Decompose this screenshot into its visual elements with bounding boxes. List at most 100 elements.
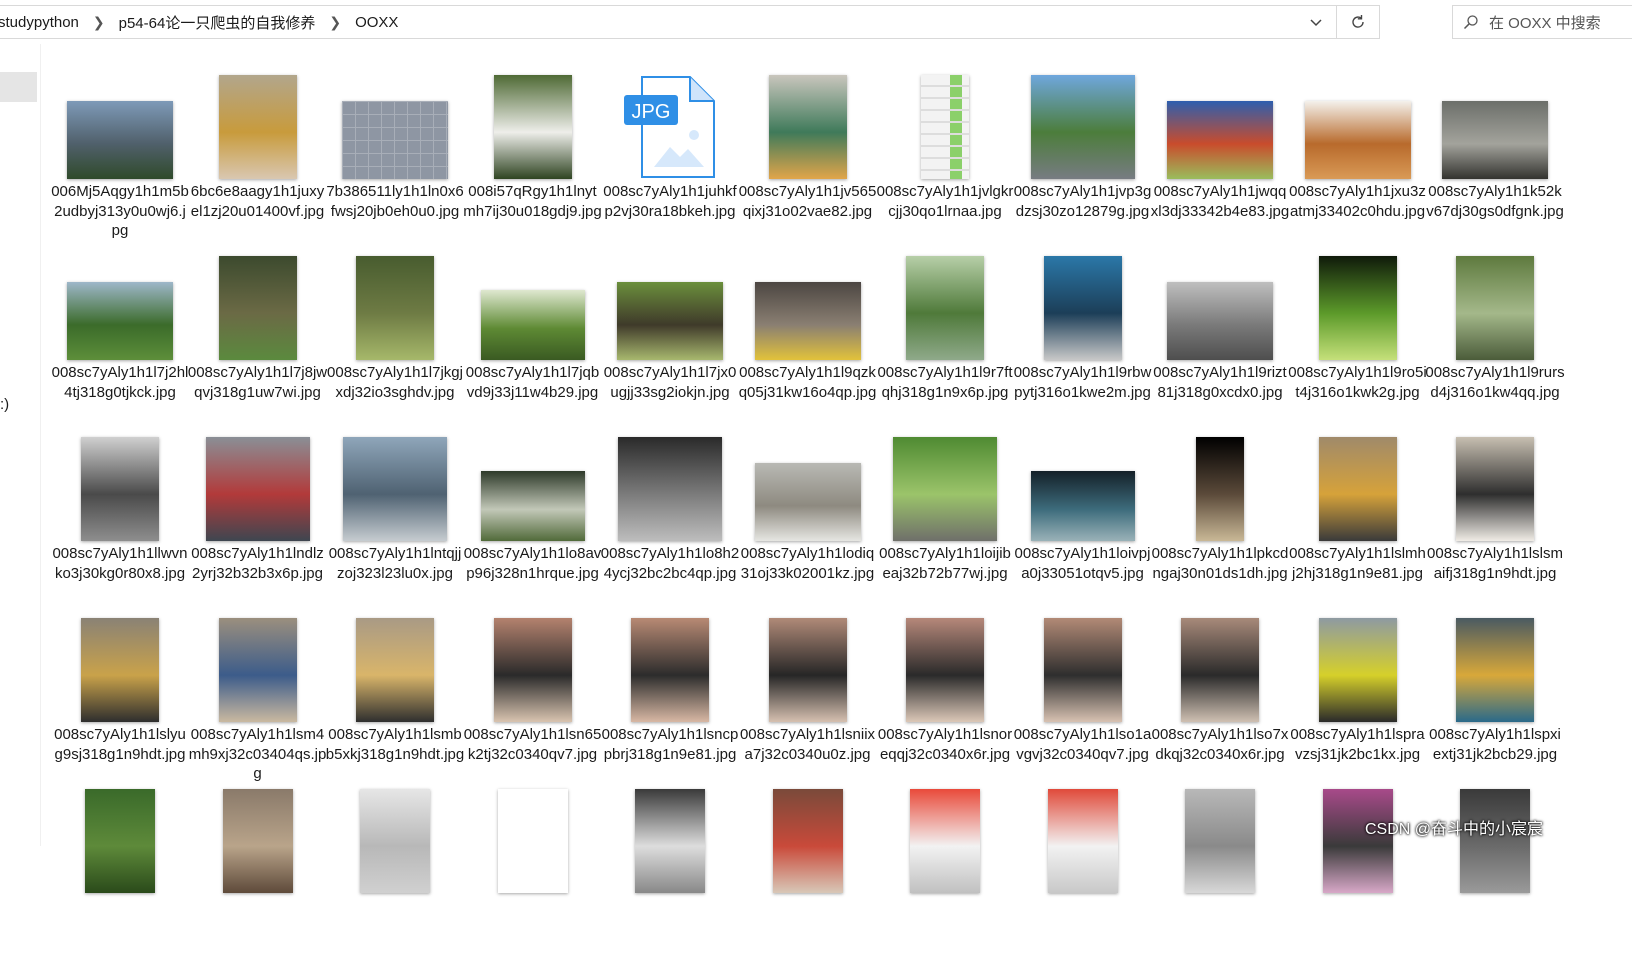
thumbnail-frame bbox=[1435, 65, 1555, 179]
nav-item-fragment[interactable]: :) bbox=[0, 396, 9, 413]
file-item[interactable]: 008sc7yAly1h1l9r7ftqhj318g1n9x6p.jpg bbox=[875, 241, 1015, 421]
file-item[interactable]: 008sc7yAly1h1lo8h24ycj32bc2bc4qp.jpg bbox=[600, 422, 740, 602]
file-item[interactable]: 008sc7yAly1h1lso1avgvj32c0340qv7.jpg bbox=[1013, 603, 1153, 783]
file-item[interactable]: 008sc7yAly1h1lslyug9sj318g1n9hdt.jpg bbox=[50, 603, 190, 783]
file-item[interactable]: 008sc7yAly1h1lsncppbrj318g1n9e81.jpg bbox=[600, 603, 740, 783]
file-item[interactable]: 008sc7yAly1h1l9rbwpytj316o1kwe2m.jpg bbox=[1013, 241, 1153, 421]
file-item[interactable] bbox=[1425, 784, 1565, 964]
file-item[interactable]: 008sc7yAly1h1lspravzsj31jk2bc1kx.jpg bbox=[1288, 603, 1428, 783]
search-box[interactable]: 在 OOXX 中搜索 bbox=[1452, 5, 1632, 39]
file-item[interactable]: 008sc7yAly1h1l9qzkq05j31kw16o4qp.jpg bbox=[738, 241, 878, 421]
thumbnail-frame bbox=[1023, 246, 1143, 360]
file-item[interactable]: 008sc7yAly1h1lspxiextj31jk2bcb29.jpg bbox=[1425, 603, 1565, 783]
nav-selected-item[interactable] bbox=[0, 72, 37, 102]
file-item[interactable] bbox=[463, 784, 603, 964]
file-item[interactable]: 008sc7yAly1h1jv565qixj31o02vae82.jpg bbox=[738, 60, 878, 240]
chevron-right-icon[interactable]: ❯ bbox=[327, 14, 355, 31]
file-name: 008sc7yAly1h1lso7xdkqj32c0340x6r.jpg bbox=[1151, 726, 1289, 763]
breadcrumb-studypython[interactable]: studypython bbox=[0, 14, 91, 31]
file-item[interactable]: 008sc7yAly1h1l7j2hl4tj318g0tjkck.jpg bbox=[50, 241, 190, 421]
image-thumbnail bbox=[360, 789, 430, 893]
file-item[interactable]: 008sc7yAly1h1loijibeaj32b72b77wj.jpg bbox=[875, 422, 1015, 602]
file-item[interactable] bbox=[875, 784, 1015, 964]
refresh-icon[interactable] bbox=[1336, 6, 1379, 38]
image-thumbnail bbox=[1030, 75, 1135, 179]
file-item[interactable]: 008sc7yAly1h1lsmbb5xkj318g1n9hdt.jpg bbox=[325, 603, 465, 783]
file-item[interactable]: 008sc7yAly1h1l9rursd4j316o1kw4qq.jpg bbox=[1425, 241, 1565, 421]
file-item[interactable]: 008sc7yAly1h1l7jx0ugjj33sg2iokjn.jpg bbox=[600, 241, 740, 421]
breadcrumb-folder[interactable]: p54-64论一只爬虫的自我修养 bbox=[119, 12, 328, 33]
file-item[interactable]: 008sc7yAly1h1lodiq31oj33k02001kz.jpg bbox=[738, 422, 878, 602]
thumbnail-frame bbox=[198, 789, 318, 903]
chevron-down-icon[interactable] bbox=[1296, 6, 1336, 38]
file-item[interactable]: 008sc7yAly1h1lsn65k2tj32c0340qv7.jpg bbox=[463, 603, 603, 783]
file-item[interactable]: 008sc7yAly1h1lo8avp96j328n1hrque.jpg bbox=[463, 422, 603, 602]
thumbnail-frame: JPG bbox=[610, 65, 730, 179]
file-item[interactable]: 008sc7yAly1h1l9ro5it4j316o1kwk2g.jpg bbox=[1288, 241, 1428, 421]
thumbnail-frame bbox=[1298, 789, 1418, 903]
thumbnail-frame bbox=[1298, 608, 1418, 722]
thumbnail-frame bbox=[335, 608, 455, 722]
file-item[interactable]: 008sc7yAly1h1l7jqbvd9j33j11w4b29.jpg bbox=[463, 241, 603, 421]
file-item[interactable]: 7b386511ly1h1ln0x6fwsj20jb0eh0u0.jpg bbox=[325, 60, 465, 240]
thumbnail-frame bbox=[1023, 65, 1143, 179]
image-thumbnail bbox=[910, 789, 980, 893]
file-name: 008sc7yAly1h1llwvnko3j30kg0r80x8.jpg bbox=[52, 545, 188, 582]
file-item[interactable]: 008sc7yAly1h1jxu3zatmj33402c0hdu.jpg bbox=[1288, 60, 1428, 240]
file-item[interactable]: 008sc7yAly1h1lslmhj2hj318g1n9e81.jpg bbox=[1288, 422, 1428, 602]
chevron-right-icon[interactable]: ❯ bbox=[91, 14, 119, 31]
file-item[interactable] bbox=[325, 784, 465, 964]
breadcrumb-current[interactable]: OOXX bbox=[355, 14, 410, 31]
file-item[interactable]: 008sc7yAly1h1lndlz2yrj32b32b3x6p.jpg bbox=[188, 422, 328, 602]
file-name: 008sc7yAly1h1lsncppbrj318g1n9e81.jpg bbox=[601, 726, 739, 763]
file-item[interactable]: 008i57qRgy1h1lnytmh7ij30u018gdj9.jpg bbox=[463, 60, 603, 240]
file-item[interactable]: 008sc7yAly1h1jvlgkrcjj30qo1lrnaa.jpg bbox=[875, 60, 1015, 240]
thumbnail-frame bbox=[1023, 608, 1143, 722]
address-bar[interactable]: studypython ❯ p54-64论一只爬虫的自我修养 ❯ OOXX bbox=[0, 5, 1380, 39]
file-item[interactable] bbox=[1013, 784, 1153, 964]
file-item[interactable]: 008sc7yAly1h1l9rizt81j318g0xcdx0.jpg bbox=[1150, 241, 1290, 421]
file-item[interactable] bbox=[50, 784, 190, 964]
file-name: 008sc7yAly1h1lodiq31oj33k02001kz.jpg bbox=[740, 545, 875, 582]
file-item[interactable]: 008sc7yAly1h1lsm4mh9xj32c03404qs.jpg bbox=[188, 603, 328, 783]
file-name: 006Mj5Aqgy1h1m5b2udbyj313y0u0wj6.jpg bbox=[51, 183, 189, 239]
image-thumbnail bbox=[1167, 101, 1273, 179]
thumbnail-frame bbox=[335, 789, 455, 903]
file-item[interactable] bbox=[738, 784, 878, 964]
image-thumbnail bbox=[493, 618, 572, 722]
file-item[interactable]: 008sc7yAly1h1loivpja0j33051otqv5.jpg bbox=[1013, 422, 1153, 602]
file-item[interactable]: 008sc7yAly1h1lso7xdkqj32c0340x6r.jpg bbox=[1150, 603, 1290, 783]
file-item[interactable]: 008sc7yAly1h1jwqqxl3dj33342b4e83.jpg bbox=[1150, 60, 1290, 240]
file-name: 008sc7yAly1h1lsmbb5xkj318g1n9hdt.jpg bbox=[325, 726, 465, 763]
image-thumbnail bbox=[772, 789, 843, 893]
svg-text:JPG: JPG bbox=[632, 101, 671, 123]
file-item[interactable]: 008sc7yAly1h1l7j8jwqvj318g1uw7wi.jpg bbox=[188, 241, 328, 421]
file-item[interactable]: JPG 008sc7yAly1h1juhkfp2vj30ra18bkeh.jpg bbox=[600, 60, 740, 240]
file-item[interactable]: 006Mj5Aqgy1h1m5b2udbyj313y0u0wj6.jpg bbox=[50, 60, 190, 240]
jpg-file-icon: JPG bbox=[624, 76, 715, 178]
file-name: 008sc7yAly1h1l9ro5it4j316o1kwk2g.jpg bbox=[1288, 364, 1427, 401]
file-item[interactable] bbox=[188, 784, 328, 964]
file-item[interactable]: 008sc7yAly1h1lsnoreqqj32c0340x6r.jpg bbox=[875, 603, 1015, 783]
navigation-pane[interactable]: :) bbox=[0, 44, 41, 846]
image-thumbnail bbox=[1318, 618, 1397, 722]
file-item[interactable]: 008sc7yAly1h1l7jkgjxdj32io3sghdv.jpg bbox=[325, 241, 465, 421]
file-item[interactable] bbox=[600, 784, 740, 964]
file-item[interactable] bbox=[1288, 784, 1428, 964]
file-item[interactable]: 008sc7yAly1h1lsniixa7j32c0340u0z.jpg bbox=[738, 603, 878, 783]
file-item[interactable]: 008sc7yAly1h1jvp3gdzsj30zo12879g.jpg bbox=[1013, 60, 1153, 240]
file-item[interactable]: 008sc7yAly1h1lslsmaifj318g1n9hdt.jpg bbox=[1425, 422, 1565, 602]
file-item[interactable] bbox=[1150, 784, 1290, 964]
file-item[interactable]: 008sc7yAly1h1k52kv67dj30gs0dfgnk.jpg bbox=[1425, 60, 1565, 240]
image-thumbnail bbox=[1318, 437, 1397, 541]
file-item[interactable]: 008sc7yAly1h1lntqjjzoj323l23lu0x.jpg bbox=[325, 422, 465, 602]
thumbnail-frame bbox=[1435, 789, 1555, 903]
file-item[interactable]: 008sc7yAly1h1llwvnko3j30kg0r80x8.jpg bbox=[50, 422, 190, 602]
file-name: 008sc7yAly1h1l7j2hl4tj318g0tjkck.jpg bbox=[51, 364, 189, 401]
thumbnail-frame bbox=[1160, 427, 1280, 541]
file-item[interactable]: 6bc6e8aagy1h1juxyel1zj20u01400vf.jpg bbox=[188, 60, 328, 240]
image-thumbnail bbox=[1456, 437, 1534, 541]
file-item[interactable]: 008sc7yAly1h1lpkcdngaj30n01ds1dh.jpg bbox=[1150, 422, 1290, 602]
thumbnail-frame bbox=[1435, 608, 1555, 722]
thumbnail-frame bbox=[1435, 246, 1555, 360]
